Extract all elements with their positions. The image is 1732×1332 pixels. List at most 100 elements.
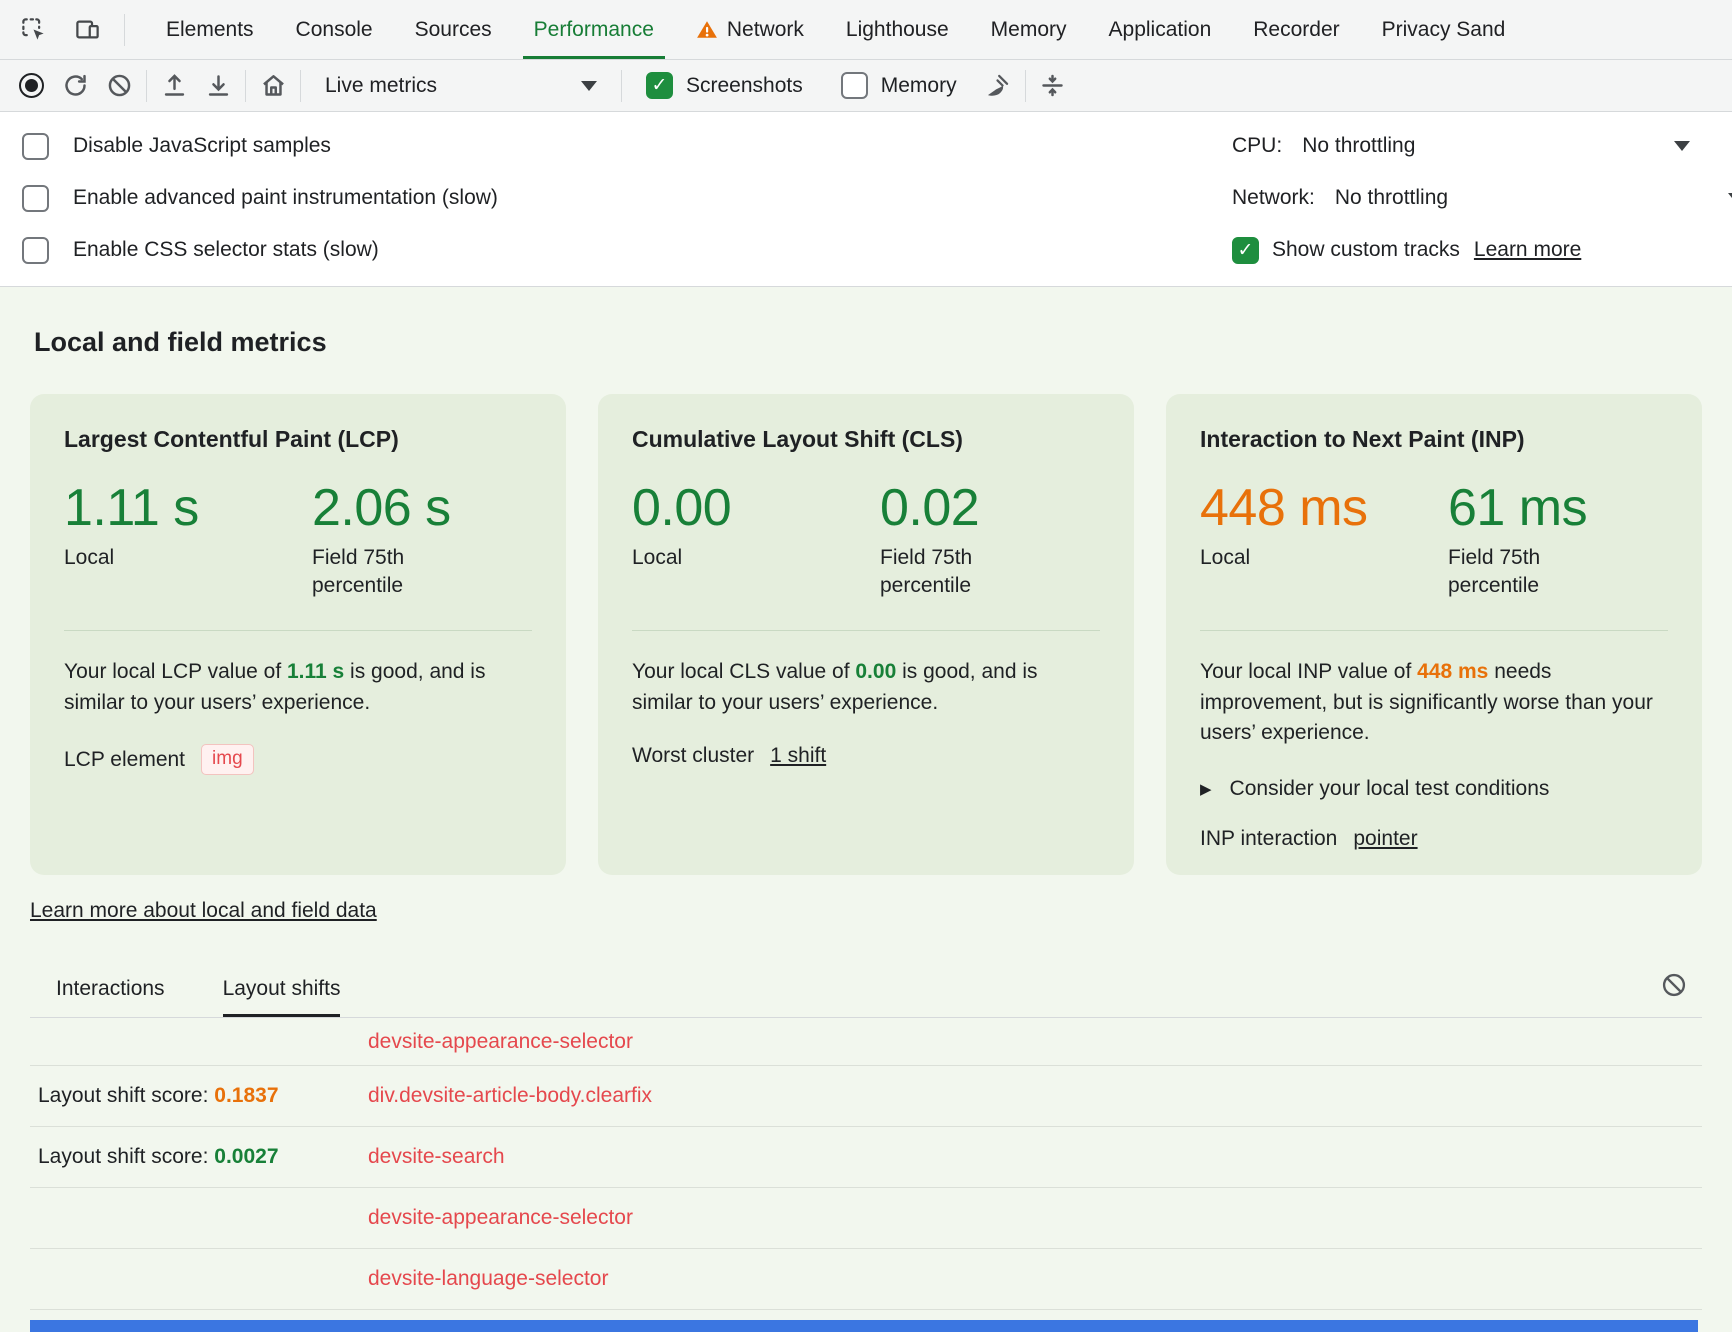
download-profile-icon[interactable]: [201, 69, 235, 103]
worst-cluster-link[interactable]: 1 shift: [770, 744, 826, 768]
memory-checkbox[interactable]: Memory: [841, 72, 957, 99]
tab-network[interactable]: Network: [675, 0, 825, 59]
node-link[interactable]: devsite-language-selector: [368, 1267, 608, 1291]
lcp-field-label: Field 75th percentile: [312, 544, 472, 601]
settings-strip: Disable JavaScript samples Enable advanc…: [0, 112, 1732, 287]
cls-local-label: Local: [632, 544, 880, 572]
warning-icon: [696, 19, 718, 41]
clear-log-icon[interactable]: [1660, 971, 1688, 1002]
node-link[interactable]: devsite-appearance-selector: [368, 1030, 633, 1054]
node-link[interactable]: devsite-appearance-selector: [368, 1206, 633, 1230]
tab-console[interactable]: Console: [275, 0, 394, 59]
css-selector-stats-checkbox[interactable]: [22, 237, 49, 264]
tab-recorder[interactable]: Recorder: [1232, 0, 1360, 59]
inp-field-value-block: 61 ms Field 75th percentile: [1448, 481, 1608, 600]
screenshots-checkbox[interactable]: ✓ Screenshots: [646, 72, 803, 99]
device-toolbar-icon[interactable]: [70, 13, 104, 47]
tab-memory[interactable]: Memory: [970, 0, 1088, 59]
page-title: Local and field metrics: [34, 327, 1702, 358]
check-icon: ✓: [652, 76, 668, 95]
disable-js-samples-checkbox[interactable]: [22, 133, 49, 160]
tab-performance[interactable]: Performance: [513, 0, 675, 59]
tab-elements[interactable]: Elements: [145, 0, 275, 59]
tab-privacy-sandbox[interactable]: Privacy Sand: [1361, 0, 1527, 59]
devtools-window: Elements Console Sources Performance Net…: [0, 0, 1732, 1332]
cls-values: 0.00 Local 0.02 Field 75th percentile: [632, 481, 1100, 600]
tab-label: Lighthouse: [846, 18, 949, 42]
chevron-down-icon[interactable]: [1674, 141, 1690, 151]
inp-interaction-row: INP interaction pointer: [1200, 827, 1668, 851]
cls-local-value: 0.00: [632, 481, 880, 536]
checkbox-checked[interactable]: ✓: [1232, 237, 1259, 264]
learn-more-link[interactable]: Learn more: [1474, 238, 1581, 262]
tabbar-icon-group: [16, 0, 145, 59]
inp-values: 448 ms Local 61 ms Field 75th percentile: [1200, 481, 1668, 600]
inp-interaction-link[interactable]: pointer: [1353, 827, 1417, 851]
tab-label: Performance: [534, 18, 654, 42]
inp-local-value-block: 448 ms Local: [1200, 481, 1448, 600]
tab-label: Application: [1109, 18, 1212, 42]
inspect-element-icon[interactable]: [16, 13, 50, 47]
reload-and-record-button[interactable]: [58, 69, 92, 103]
desc-text: Your local CLS value of: [632, 660, 855, 683]
cpu-throttling-row: CPU: No throttling: [1232, 120, 1708, 172]
divider: [64, 630, 532, 631]
log-tab-bar: Interactions Layout shifts: [30, 977, 1702, 1018]
score-label: Layout shift score:: [38, 1145, 214, 1168]
home-icon[interactable]: [256, 69, 290, 103]
tab-lighthouse[interactable]: Lighthouse: [825, 0, 970, 59]
score-label: Layout shift score:: [38, 1084, 214, 1107]
network-label: Network:: [1232, 186, 1315, 210]
checkbox-checked[interactable]: ✓: [646, 72, 673, 99]
score-value: 0.0027: [214, 1145, 278, 1168]
cls-field-value-block: 0.02 Field 75th percentile: [880, 481, 1040, 600]
lcp-element-node-link[interactable]: img: [201, 744, 254, 775]
check-icon: ✓: [1238, 241, 1254, 260]
tab-interactions[interactable]: Interactions: [56, 977, 165, 1017]
local-test-conditions-expander[interactable]: ▶ Consider your local test conditions: [1200, 777, 1668, 801]
tab-label: Recorder: [1253, 18, 1339, 42]
tab-label: Privacy Sand: [1382, 18, 1506, 42]
filmstrip-scrollbar[interactable]: [30, 1320, 1698, 1332]
clear-button[interactable]: [102, 69, 136, 103]
tab-application[interactable]: Application: [1088, 0, 1233, 59]
cls-description: Your local CLS value of 0.00 is good, an…: [632, 657, 1100, 718]
cls-card-title: Cumulative Layout Shift (CLS): [632, 426, 1100, 453]
upload-profile-icon[interactable]: [157, 69, 191, 103]
lcp-local-value-block: 1.11 s Local: [64, 481, 312, 600]
cpu-throttling-select[interactable]: No throttling: [1302, 134, 1415, 158]
setting-row: Enable CSS selector stats (slow): [22, 224, 1232, 276]
node-link[interactable]: devsite-search: [368, 1145, 505, 1169]
checkbox-unchecked[interactable]: [841, 72, 868, 99]
desc-value: 0.00: [855, 660, 896, 683]
advanced-paint-checkbox[interactable]: [22, 185, 49, 212]
node-link[interactable]: div.devsite-article-body.clearfix: [368, 1084, 652, 1108]
metric-cards: Largest Contentful Paint (LCP) 1.11 s Lo…: [30, 394, 1702, 875]
collapse-section-icon[interactable]: [1036, 69, 1070, 103]
worst-cluster-row: Worst cluster 1 shift: [632, 744, 1100, 768]
chevron-down-icon[interactable]: [1728, 193, 1732, 203]
desc-value: 1.11 s: [287, 660, 344, 683]
divider: [632, 630, 1100, 631]
live-metrics-label: Live metrics: [325, 74, 437, 98]
lcp-card: Largest Contentful Paint (LCP) 1.11 s Lo…: [30, 394, 566, 875]
tab-label: Console: [296, 18, 373, 42]
lcp-field-value: 2.06 s: [312, 481, 472, 536]
record-button[interactable]: [14, 69, 48, 103]
disable-js-samples-label: Disable JavaScript samples: [73, 134, 331, 158]
live-metrics-panel: Local and field metrics Largest Contentf…: [0, 287, 1732, 1332]
tab-layout-shifts[interactable]: Layout shifts: [223, 977, 341, 1017]
inp-local-label: Local: [1200, 544, 1448, 572]
lcp-field-value-block: 2.06 s Field 75th percentile: [312, 481, 472, 600]
divider: [245, 70, 246, 102]
tab-sources[interactable]: Sources: [394, 0, 513, 59]
divider: [621, 70, 622, 102]
network-throttling-select[interactable]: No throttling: [1335, 186, 1448, 210]
learn-more-local-field-link[interactable]: Learn more about local and field data: [30, 899, 377, 923]
collect-garbage-icon[interactable]: [981, 69, 1015, 103]
live-metrics-dropdown[interactable]: Live metrics: [311, 74, 611, 98]
show-custom-tracks-checkbox[interactable]: ✓ Show custom tracks: [1232, 237, 1460, 264]
inp-local-value: 448 ms: [1200, 481, 1448, 536]
advanced-paint-label: Enable advanced paint instrumentation (s…: [73, 186, 498, 210]
performance-toolbar: Live metrics ✓ Screenshots Memory: [0, 60, 1732, 112]
